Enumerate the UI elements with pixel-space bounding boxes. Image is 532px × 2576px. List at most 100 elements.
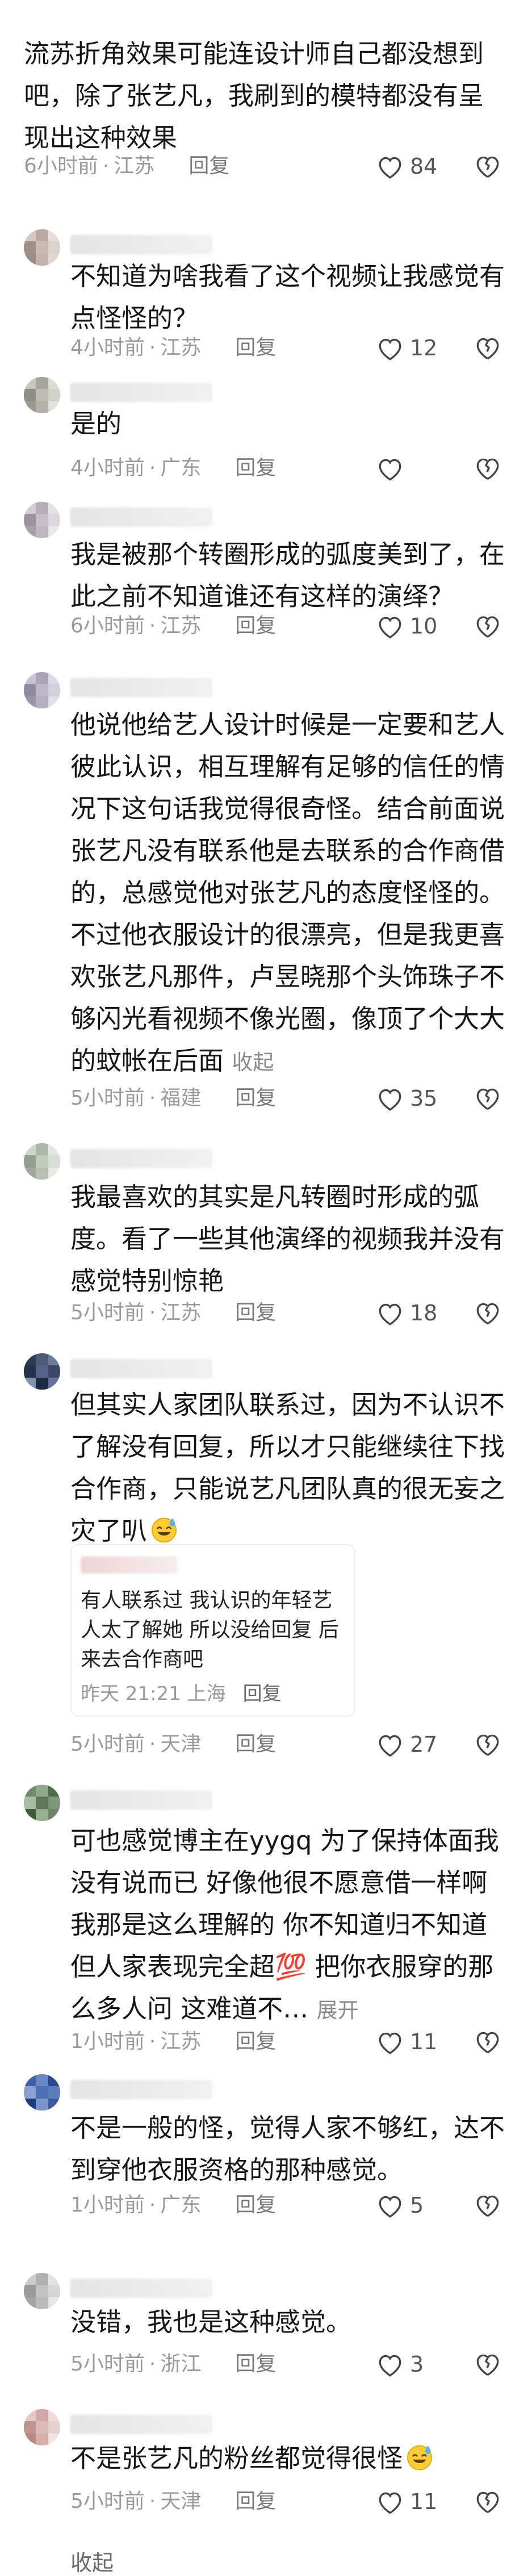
dislike-button[interactable] — [474, 152, 502, 181]
comment-time: 1小时前 — [70, 2030, 145, 2053]
broken-heart-outline-icon — [476, 1734, 499, 1756]
comment-location: 天津 — [160, 2490, 202, 2513]
like-button[interactable]: 11 — [376, 2026, 444, 2058]
like-button[interactable]: 18 — [376, 1297, 444, 1329]
comment-meta: 1小时前 · 江苏 回复 — [70, 2030, 277, 2053]
like-button[interactable]: 27 — [376, 1728, 444, 1760]
avatar — [24, 672, 60, 708]
like-count: 84 — [410, 154, 438, 179]
comment-location: 江苏 — [160, 1301, 202, 1324]
dislike-button[interactable] — [474, 612, 502, 640]
comment-feed: 流苏折角效果可能连设计师自己都没想到吧，除了张艺凡，我刷到的模特都没有呈现出这种… — [0, 0, 532, 2576]
heart-outline-icon — [379, 616, 401, 639]
username-blurred — [70, 1790, 212, 1810]
avatar-mosaic-tile — [36, 389, 49, 402]
heart-outline-icon — [379, 459, 401, 481]
quoted-time: 昨天 21:21 — [81, 1683, 181, 1705]
avatar — [24, 502, 60, 538]
reply-button[interactable]: 回复 — [235, 2352, 276, 2376]
avatar — [24, 1143, 60, 1180]
heart-outline-icon — [379, 2196, 401, 2218]
reply-button[interactable]: 回复 — [188, 154, 229, 178]
dislike-button[interactable] — [474, 2487, 502, 2516]
like-button[interactable]: 3 — [376, 2348, 444, 2380]
reply-button[interactable]: 回复 — [235, 456, 276, 480]
avatar-mosaic-tile — [24, 229, 36, 242]
dislike-button[interactable] — [474, 2191, 502, 2220]
avatar-mosaic-tile — [24, 389, 36, 402]
comment-meta: 5小时前 · 江苏 回复 — [70, 1301, 277, 1324]
expand-link[interactable]: 展开 — [317, 1998, 359, 2023]
like-button[interactable]: 84 — [376, 150, 444, 182]
comment-text-content: 可也感觉博主在yygq 为了保持体面我没有说而已 好像他很不愿意借一样啊 我那是… — [70, 1826, 499, 2024]
quoted-reply-card[interactable]: 有人联系过 我认识的年轻艺人太了解她 所以没给回复 后来去合作商吧 昨天 21:… — [70, 1544, 355, 1717]
username-blurred — [70, 678, 212, 697]
dislike-button[interactable] — [474, 1299, 502, 1327]
avatar-mosaic-tile — [48, 2074, 60, 2087]
avatar-mosaic-tile — [24, 1809, 36, 1821]
reply-button[interactable]: 回复 — [235, 614, 276, 637]
dislike-button[interactable] — [474, 2028, 502, 2056]
like-button[interactable] — [376, 452, 444, 484]
avatar-mosaic-tile — [24, 2273, 36, 2285]
avatar-mosaic-tile — [24, 2086, 36, 2099]
avatar-mosaic-tile — [48, 2285, 60, 2298]
avatar-mosaic-tile — [36, 696, 49, 708]
avatar-mosaic-tile — [24, 1365, 36, 1378]
avatar-mosaic-tile — [24, 401, 36, 413]
comment-text: 可也感觉博主在yygq 为了保持体面我没有说而已 好像他很不愿意借一样啊 我那是… — [70, 1820, 508, 2032]
avatar-mosaic-tile — [24, 696, 36, 708]
sweat-smile-emoji — [152, 1517, 177, 1543]
comment-time: 6小时前 — [70, 614, 145, 637]
avatar-mosaic-tile — [48, 696, 60, 708]
comment-text-content: 不是张艺凡的粉丝都觉得很怪 — [70, 2443, 403, 2473]
like-button[interactable]: 10 — [376, 610, 444, 642]
reply-button[interactable]: 回复 — [235, 2193, 276, 2217]
broken-heart-outline-icon — [476, 458, 499, 480]
avatar-mosaic-tile — [48, 2297, 60, 2309]
avatar-mosaic-tile — [24, 1797, 36, 1810]
username-blurred — [70, 2415, 212, 2434]
dislike-button[interactable] — [474, 1084, 502, 1113]
comment-meta: 5小时前 · 福建 回复 — [70, 1086, 277, 1110]
like-count: 10 — [410, 614, 438, 639]
avatar-mosaic-tile — [48, 389, 60, 402]
avatar-mosaic-tile — [36, 401, 49, 413]
avatar-mosaic-tile — [24, 241, 36, 254]
avatar-mosaic-tile — [24, 1167, 36, 1180]
reply-button[interactable]: 回复 — [235, 1301, 276, 1324]
dislike-button[interactable] — [474, 334, 502, 362]
avatar-mosaic-tile — [36, 2098, 49, 2111]
avatar-mosaic-tile — [24, 526, 36, 538]
comment-location: 福建 — [160, 1086, 202, 1110]
avatar — [24, 2074, 60, 2111]
comment-text: 不知道为啥我看了这个视频让我感觉有点怪怪的？ — [70, 261, 505, 333]
collapse-link[interactable]: 收起 — [232, 1050, 274, 1075]
dislike-button[interactable] — [474, 1730, 502, 1759]
avatar-mosaic-tile — [36, 2285, 49, 2298]
dislike-button[interactable] — [474, 2350, 502, 2378]
broken-heart-outline-icon — [476, 156, 499, 178]
reply-button[interactable]: 回复 — [235, 2490, 276, 2513]
avatar-mosaic-tile — [24, 253, 36, 266]
broken-heart-outline-icon — [476, 2032, 499, 2054]
reply-button[interactable]: 回复 — [235, 336, 276, 359]
comment-text: 我最喜欢的其实是凡转圈时形成的弧度。看了一些其他演绎的视频我并没有感觉特别惊艳 — [70, 1182, 505, 1296]
like-button[interactable]: 12 — [376, 332, 444, 364]
avatar-mosaic-tile — [24, 2074, 36, 2087]
avatar-mosaic-tile — [36, 2433, 49, 2445]
reply-button[interactable]: 回复 — [235, 2030, 276, 2053]
username-blurred — [70, 1149, 212, 1168]
quoted-location: 上海 — [187, 1683, 226, 1705]
like-button[interactable]: 11 — [376, 2486, 444, 2518]
collapse-replies-button[interactable]: 收起 — [70, 2550, 114, 2576]
reply-button[interactable]: 回复 — [235, 1732, 276, 1756]
dislike-button[interactable] — [474, 454, 502, 483]
like-button[interactable]: 35 — [376, 1083, 444, 1114]
reply-button[interactable]: 回复 — [235, 1086, 276, 1110]
comment-time: 6小时前 — [24, 154, 98, 178]
like-button[interactable]: 5 — [376, 2189, 444, 2221]
avatar-mosaic-tile — [48, 2273, 60, 2285]
quoted-reply-button[interactable]: 回复 — [243, 1683, 282, 1705]
avatar-mosaic-tile — [36, 1785, 49, 1797]
